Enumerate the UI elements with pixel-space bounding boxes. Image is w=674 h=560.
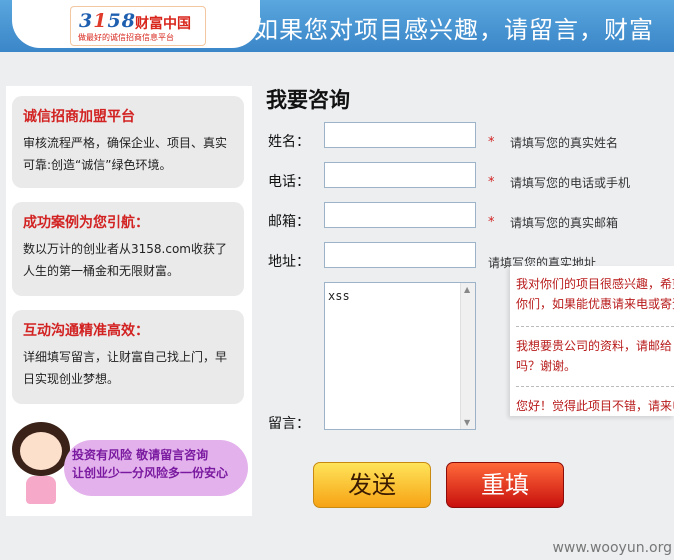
- logo-digit: 1: [93, 10, 108, 32]
- card-title: 成功案例为您引航：: [23, 215, 149, 231]
- suggestion-panel: 我对你们的项目很感兴趣，希望 你们，如果能优惠请来电或寄资 我想要贵公司的资料，…: [510, 266, 674, 416]
- logo-slogan: 做最好的诚信招商信息平台: [78, 33, 174, 42]
- divider: [516, 386, 674, 387]
- promo-line-2: 让创业少一分风险多一份安心: [72, 466, 229, 480]
- email-hint: 请填写您的真实邮箱: [510, 216, 619, 230]
- promo-banner: 投资有风险 敬请留言咨询 让创业少一分风险多一份安心: [6, 416, 252, 516]
- scroll-up-icon[interactable]: ▲: [464, 285, 470, 294]
- site-logo[interactable]: 3158 财富中国 做最好的诚信招商信息平台: [12, 0, 260, 48]
- suggestion-item[interactable]: 我对你们的项目很感兴趣，希望 你们，如果能优惠请来电或寄资: [516, 274, 674, 314]
- logo-number: 3158: [79, 10, 136, 32]
- info-card-trust: 诚信招商加盟平台 审核流程严格，确保企业、项目、真实可靠:创造“诚信”绿色环境。: [12, 96, 244, 188]
- promo-line-1: 投资有风险 敬请留言咨询: [72, 448, 209, 462]
- name-hint: 请填写您的真实姓名: [510, 136, 619, 150]
- girl-face: [20, 432, 62, 470]
- watermark: www.wooyun.org: [552, 540, 672, 556]
- message-text: xss: [328, 289, 350, 303]
- address-label: 地址：: [268, 254, 310, 270]
- suggestion-item[interactable]: 您好！觉得此项目不错，请来电: [516, 396, 674, 416]
- phone-hint: 请填写您的电话或手机: [510, 176, 631, 190]
- textarea-scrollbar[interactable]: ▲ ▼: [460, 283, 475, 429]
- name-label: 姓名：: [268, 134, 310, 150]
- suggestion-item[interactable]: 我想要贵公司的资料，请邮给 吗？谢谢。: [516, 336, 674, 376]
- card-text: 审核流程严格，确保企业、项目、真实可靠:创造“诚信”绿色环境。: [23, 136, 228, 172]
- sidebar: 诚信招商加盟平台 审核流程严格，确保企业、项目、真实可靠:创造“诚信”绿色环境。…: [6, 86, 252, 516]
- banner-text: 如果您对项目感兴趣，请留言，财富: [254, 16, 654, 44]
- top-banner: 3158 财富中国 做最好的诚信招商信息平台 如果您对项目感兴趣，请留言，财富: [0, 0, 674, 52]
- logo-badge: 3158 财富中国 做最好的诚信招商信息平台: [70, 6, 206, 46]
- message-textarea[interactable]: xss ▲ ▼: [324, 282, 476, 430]
- suggestion-line: 您好！觉得此项目不错，请来电: [516, 399, 674, 413]
- girl-body: [26, 476, 56, 504]
- form-title: 我要咨询: [266, 88, 350, 112]
- logo-digit: 8: [121, 10, 136, 32]
- card-title: 互动沟通精准高效：: [23, 323, 149, 339]
- phone-label: 电话：: [268, 174, 310, 190]
- scroll-down-icon[interactable]: ▼: [464, 418, 470, 427]
- send-button[interactable]: 发送: [313, 462, 431, 508]
- suggestion-line: 我对你们的项目很感兴趣，希望: [516, 277, 674, 291]
- logo-digit: 3: [79, 10, 94, 32]
- email-input[interactable]: [324, 202, 476, 228]
- reset-button[interactable]: 重填: [446, 462, 564, 508]
- info-card-interaction: 互动沟通精准高效： 详细填写留言，让财富自己找上门，早日实现创业梦想。: [12, 310, 244, 404]
- required-mark: *: [488, 175, 495, 190]
- phone-input[interactable]: [324, 162, 476, 188]
- required-mark: *: [488, 215, 495, 230]
- logo-brand: 财富中国: [135, 16, 191, 32]
- email-label: 邮箱：: [268, 214, 310, 230]
- suggestion-line: 你们，如果能优惠请来电或寄资: [516, 297, 674, 311]
- logo-digit: 5: [107, 10, 122, 32]
- card-title: 诚信招商加盟平台: [23, 109, 135, 125]
- card-text: 数以万计的创业者从3158.com收获了人生的第一桶金和无限财富。: [23, 242, 227, 278]
- address-input[interactable]: [324, 242, 476, 268]
- name-input[interactable]: [324, 122, 476, 148]
- divider: [516, 326, 674, 327]
- card-text: 详细填写留言，让财富自己找上门，早日实现创业梦想。: [23, 350, 228, 386]
- info-card-success: 成功案例为您引航： 数以万计的创业者从3158.com收获了人生的第一桶金和无限…: [12, 202, 244, 296]
- suggestion-line: 吗？谢谢。: [516, 359, 577, 373]
- suggestion-line: 我想要贵公司的资料，请邮给: [516, 339, 673, 353]
- message-label: 留言：: [268, 416, 310, 432]
- required-mark: *: [488, 135, 495, 150]
